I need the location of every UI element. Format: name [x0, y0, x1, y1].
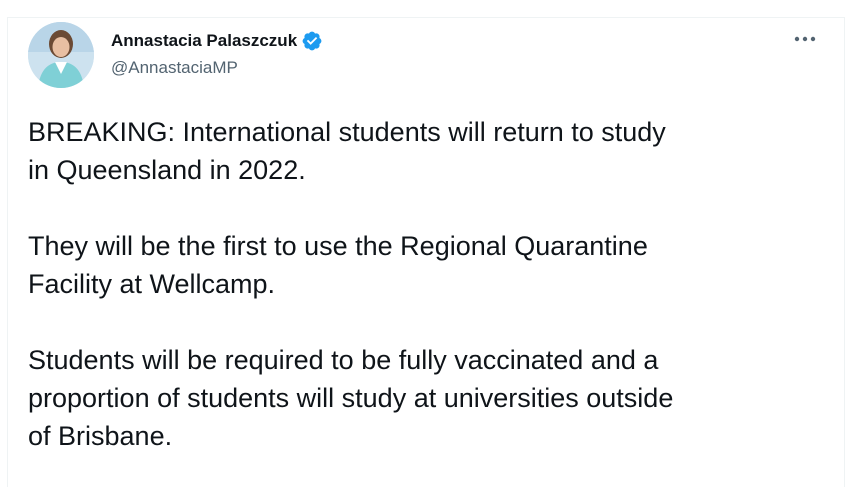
ellipsis-icon [794, 36, 816, 42]
author-row: Annastacia Palaszczuk [111, 30, 323, 52]
more-options-button[interactable] [790, 28, 820, 50]
author-display-name[interactable]: Annastacia Palaszczuk [111, 30, 297, 52]
profile-photo-icon [28, 22, 94, 88]
avatar[interactable] [28, 22, 94, 88]
author-handle[interactable]: @AnnastaciaMP [111, 57, 238, 79]
tweet-text: BREAKING: International students will re… [28, 117, 674, 451]
verified-badge-icon [302, 31, 322, 51]
